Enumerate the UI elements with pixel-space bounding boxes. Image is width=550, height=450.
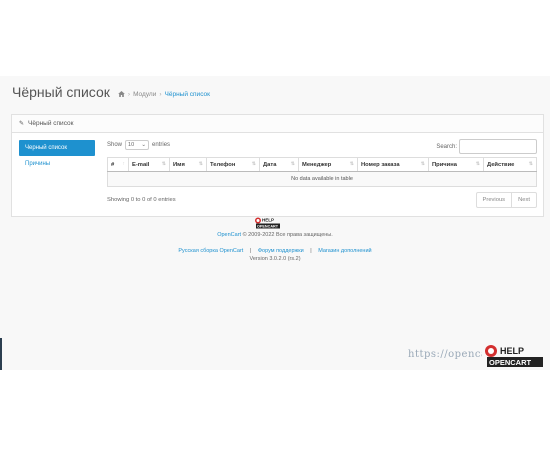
search-control: Search: bbox=[436, 139, 537, 154]
blacklist-panel: ✎ Чёрный список Черный список Причины Sh… bbox=[11, 114, 544, 217]
footer-link-extensions-store[interactable]: Магазин дополнений bbox=[318, 248, 371, 254]
sort-icon: ⇅ bbox=[161, 161, 166, 167]
next-page-button[interactable]: Next bbox=[511, 193, 536, 207]
home-icon[interactable] bbox=[118, 91, 125, 97]
empty-table-message: No data available in table bbox=[107, 171, 537, 187]
column-header-date[interactable]: Дата ⇅ bbox=[259, 157, 299, 172]
watermark-url: https://opencart bbox=[408, 349, 482, 360]
show-label: Show bbox=[107, 142, 123, 148]
sort-icon: ⇅ bbox=[475, 161, 480, 167]
panel-heading: ✎ Чёрный список bbox=[12, 115, 543, 133]
entries-length-select[interactable]: 10 ⌄ bbox=[125, 140, 150, 150]
nav-item-reasons[interactable]: Причины bbox=[19, 156, 95, 172]
entries-length-value: 10 bbox=[128, 142, 135, 148]
previous-page-button[interactable]: Previous bbox=[477, 193, 512, 207]
sort-icon: ⇅ bbox=[290, 161, 295, 167]
footer-copyright: OpenCart © 2009-2022 Все права защищены. bbox=[0, 232, 550, 238]
pencil-icon: ✎ bbox=[19, 121, 25, 127]
footer-separator: | bbox=[310, 248, 312, 254]
table-area: Show 10 ⌄ entries Search: # ↑ E-mail ⇅ Имя… bbox=[107, 139, 537, 208]
page-header: Чёрный список › Модули › Чёрный список bbox=[12, 84, 210, 100]
footer-link-support-forum[interactable]: Форум поддержки bbox=[258, 248, 304, 254]
column-header-order-number[interactable]: Номер заказа ⇅ bbox=[357, 157, 429, 172]
footer-links: Русская сборка OpenCart | Форум поддержк… bbox=[0, 248, 550, 254]
column-header-reason[interactable]: Причина ⇅ bbox=[428, 157, 484, 172]
help-opencart-logo: HELP OPENCART bbox=[485, 345, 543, 367]
breadcrumb-blacklist[interactable]: Чёрный список bbox=[165, 91, 210, 98]
footer-link-russian-build[interactable]: Русская сборка OpenCart bbox=[178, 248, 243, 254]
breadcrumb: › Модули › Чёрный список bbox=[118, 91, 210, 98]
sort-icon: ⇅ bbox=[528, 161, 533, 167]
nav-item-blacklist[interactable]: Черный список bbox=[19, 140, 95, 156]
watermark-logo-top: HELP bbox=[500, 346, 524, 356]
breadcrumb-modules[interactable]: Модули bbox=[133, 91, 156, 98]
svg-text:HELP: HELP bbox=[262, 218, 274, 223]
column-header-name[interactable]: Имя ⇅ bbox=[169, 157, 207, 172]
footer-separator: | bbox=[249, 248, 252, 254]
panel-heading-title: Чёрный список bbox=[28, 120, 74, 127]
column-header-email[interactable]: E-mail ⇅ bbox=[128, 157, 170, 172]
panel-side-nav: Черный список Причины bbox=[19, 140, 95, 172]
footer-copyright-text: © 2009-2022 Все права защищены. bbox=[242, 232, 333, 238]
table-header-row: # ↑ E-mail ⇅ Имя ⇅ Телефон ⇅ Дата ⇅ Менеджер ⇅… bbox=[107, 157, 537, 172]
sort-icon: ⇅ bbox=[198, 161, 203, 167]
footer-opencart-link[interactable]: OpenCart bbox=[217, 232, 241, 238]
footer-version: Version 3.0.2.0 (rs.2) bbox=[249, 256, 301, 262]
breadcrumb-separator: › bbox=[159, 90, 162, 98]
breadcrumb-separator: › bbox=[127, 90, 131, 98]
blacklist-table: # ↑ E-mail ⇅ Имя ⇅ Телефон ⇅ Дата ⇅ Менеджер ⇅… bbox=[107, 157, 537, 187]
chevron-down-icon: ⌄ bbox=[141, 142, 147, 148]
sort-icon: ⇅ bbox=[420, 161, 425, 167]
search-input[interactable] bbox=[459, 139, 537, 154]
sort-asc-icon: ↑ bbox=[122, 161, 126, 167]
watermark-logo-bottom: OPENCART bbox=[489, 358, 532, 367]
sort-icon: ⇅ bbox=[251, 161, 256, 167]
help-opencart-logo-small: HELP OPENCART bbox=[255, 217, 280, 229]
left-sidebar-edge bbox=[0, 338, 2, 370]
svg-text:OPENCART: OPENCART bbox=[257, 225, 279, 229]
search-label: Search: bbox=[436, 143, 457, 150]
table-info: Showing 0 to 0 of 0 entries bbox=[107, 197, 176, 203]
page-title: Чёрный список bbox=[12, 84, 110, 100]
pagination: Previous Next bbox=[475, 192, 537, 208]
column-header-manager[interactable]: Менеджер ⇅ bbox=[298, 157, 358, 172]
table-row: No data available in table bbox=[107, 171, 537, 187]
column-header-phone[interactable]: Телефон ⇅ bbox=[206, 157, 260, 172]
entries-label: entries bbox=[152, 142, 171, 148]
sort-icon: ⇅ bbox=[349, 161, 354, 167]
column-header-action[interactable]: Действие ⇅ bbox=[483, 157, 537, 172]
column-header-number[interactable]: # ↑ bbox=[107, 157, 129, 172]
